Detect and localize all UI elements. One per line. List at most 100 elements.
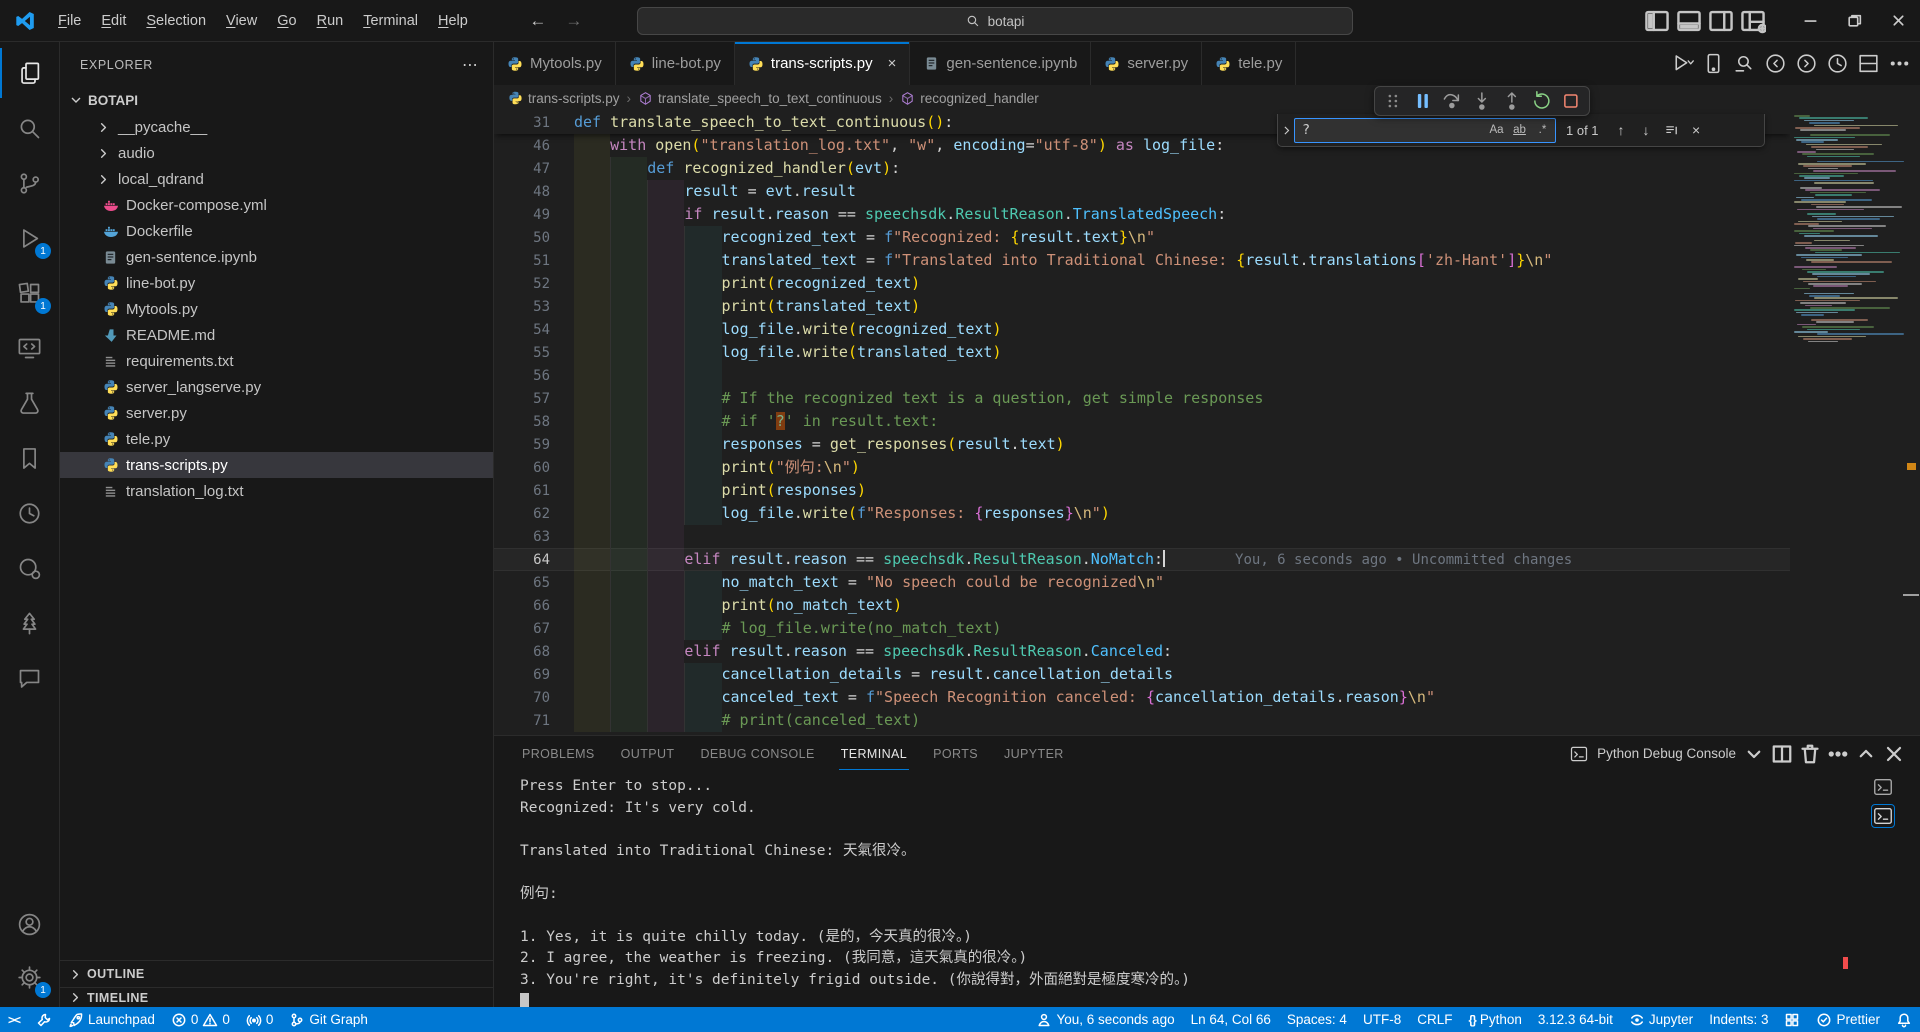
file-tele.py[interactable]: tele.py — [60, 426, 493, 452]
terminal-profile-dropdown-button[interactable] — [1742, 742, 1766, 766]
tab-server.py[interactable]: server.py — [1091, 42, 1202, 85]
code-line[interactable]: 71 # print(canceled_text) — [494, 709, 1790, 732]
terminal-tab-active[interactable] — [1872, 805, 1894, 827]
activity-extensions[interactable]: 1 — [0, 268, 59, 318]
code-line[interactable]: 55 log_file.write(translated_text) — [494, 341, 1790, 364]
menu-edit[interactable]: Edit — [91, 8, 136, 34]
menu-terminal[interactable]: Terminal — [353, 8, 428, 34]
panel-more-actions-button[interactable] — [1826, 742, 1850, 766]
code-line[interactable]: 67 # log_file.write(no_match_text) — [494, 617, 1790, 640]
close-panel-button[interactable] — [1882, 742, 1906, 766]
status-encoding[interactable]: UTF-8 — [1355, 1007, 1409, 1032]
code-line[interactable]: 59 responses = get_responses(result.text… — [494, 433, 1790, 456]
file-requirements.txt[interactable]: requirements.txt — [60, 348, 493, 374]
tab-close-button[interactable]: × — [888, 55, 897, 72]
nav-back-button[interactable] — [1763, 51, 1788, 76]
status-notifications[interactable] — [1888, 1007, 1920, 1032]
status-prettier[interactable]: Prettier — [1808, 1007, 1888, 1032]
folder-audio[interactable]: audio — [60, 140, 493, 166]
code-line[interactable]: 56 — [494, 364, 1790, 387]
status-language-mode[interactable]: {}Python — [1460, 1007, 1529, 1032]
code-line[interactable]: 61 print(responses) — [494, 479, 1790, 502]
activity-search[interactable] — [0, 103, 59, 153]
menu-go[interactable]: Go — [267, 8, 306, 34]
tab-gen-sentence.ipynb[interactable]: gen-sentence.ipynb — [910, 42, 1091, 85]
panel-tab-debug-console[interactable]: DEBUG CONSOLE — [698, 738, 816, 770]
status-tools[interactable] — [28, 1007, 60, 1032]
code-line[interactable]: 49 if result.reason == speechsdk.ResultR… — [494, 203, 1790, 226]
history-clock-button[interactable] — [1825, 51, 1850, 76]
menu-help[interactable]: Help — [428, 8, 478, 34]
explorer-more-actions-button[interactable]: ⋯ — [462, 55, 479, 75]
code-line[interactable]: 62 log_file.write(f"Responses: {response… — [494, 502, 1790, 525]
code-line[interactable]: 64 elif result.reason == speechsdk.Resul… — [494, 548, 1790, 571]
terminal-output[interactable]: Press Enter to stop...Recognized: It's v… — [520, 776, 1860, 1011]
file-line-bot.py[interactable]: line-bot.py — [60, 270, 493, 296]
debug-stop-button[interactable] — [1557, 89, 1585, 113]
code-line[interactable]: 70 canceled_text = f"Speech Recognition … — [494, 686, 1790, 709]
code-line[interactable]: 50 recognized_text = f"Recognized: {resu… — [494, 226, 1790, 249]
activity-remote-explorer[interactable] — [0, 323, 59, 373]
command-center-search[interactable]: botapi — [637, 7, 1353, 35]
code-line[interactable]: 47 def recognized_handler(evt): — [494, 157, 1790, 180]
find-next-button[interactable]: ↓ — [1634, 118, 1659, 143]
debug-pause-button[interactable] — [1409, 89, 1437, 113]
code-line[interactable]: 69 cancellation_details = result.cancell… — [494, 663, 1790, 686]
file-Mytools.py[interactable]: Mytools.py — [60, 296, 493, 322]
overview-ruler[interactable] — [1902, 111, 1920, 735]
debug-step-over-button[interactable] — [1438, 89, 1466, 113]
breadcrumb-item[interactable]: translate_speech_to_text_continuous — [658, 91, 882, 106]
find-replace-toggle-button[interactable] — [1278, 114, 1294, 146]
find-close-button[interactable]: × — [1684, 118, 1709, 143]
nav-forward-button[interactable]: → — [560, 11, 588, 31]
layout-sidebar-left-button[interactable] — [1644, 8, 1670, 34]
layout-customize-button[interactable] — [1740, 8, 1766, 34]
nav-forward-button[interactable] — [1794, 51, 1819, 76]
code-line[interactable]: 51 translated_text = f"Translated into T… — [494, 249, 1790, 272]
code-line[interactable]: 54 log_file.write(recognized_text) — [494, 318, 1790, 341]
panel-tab-output[interactable]: OUTPUT — [619, 738, 677, 770]
activity-explorer[interactable] — [0, 48, 59, 98]
code-line[interactable]: 57 # If the recognized text is a questio… — [494, 387, 1790, 410]
layout-sidebar-right-button[interactable] — [1708, 8, 1734, 34]
menu-selection[interactable]: Selection — [136, 8, 216, 34]
tab-tele.py[interactable]: tele.py — [1202, 42, 1296, 85]
debug-step-into-button[interactable] — [1468, 89, 1496, 113]
code-line[interactable]: 48 result = evt.result — [494, 180, 1790, 203]
breadcrumb-item[interactable]: trans-scripts.py — [528, 91, 620, 106]
activity-bookmarks[interactable] — [0, 433, 59, 483]
find-previous-button[interactable]: ↑ — [1609, 118, 1634, 143]
restore-button[interactable] — [1832, 0, 1876, 41]
status-eol[interactable]: CRLF — [1409, 1007, 1460, 1032]
file-gen-sentence.ipynb[interactable]: gen-sentence.ipynb — [60, 244, 493, 270]
kill-terminal-button[interactable] — [1798, 742, 1822, 766]
status-remote[interactable]: >< — [0, 1007, 28, 1032]
split-terminal-button[interactable] — [1770, 742, 1794, 766]
minimap[interactable] — [1790, 111, 1902, 735]
code-line[interactable]: 66 print(no_match_text) — [494, 594, 1790, 617]
file-trans-scripts.py[interactable]: trans-scripts.py — [60, 452, 493, 478]
activity-live-session[interactable] — [0, 543, 59, 593]
terminal-tab-console[interactable] — [1872, 776, 1894, 798]
file-server_langserve.py[interactable]: server_langserve.py — [60, 374, 493, 400]
activity-run-debug[interactable]: 1 — [0, 213, 59, 263]
status-grid[interactable] — [1776, 1007, 1808, 1032]
panel-tab-jupyter[interactable]: JUPYTER — [1002, 738, 1066, 770]
find-input[interactable]: ? Aa ab .* — [1294, 118, 1556, 143]
maximize-panel-button[interactable] — [1854, 742, 1878, 766]
status-launchpad[interactable]: Launchpad — [60, 1007, 163, 1032]
whole-word-toggle[interactable]: ab — [1509, 121, 1530, 140]
reference-search-button[interactable] — [1732, 51, 1757, 76]
minimize-button[interactable] — [1788, 0, 1832, 41]
section-outline[interactable]: OUTLINE — [60, 960, 493, 987]
folder-__pycache__[interactable]: __pycache__ — [60, 114, 493, 140]
section-timeline[interactable]: TIMELINE — [60, 987, 493, 1007]
code-line[interactable]: 53 print(translated_text) — [494, 295, 1790, 318]
layout-panel-button[interactable] — [1676, 8, 1702, 34]
file-Dockerfile[interactable]: Dockerfile — [60, 218, 493, 244]
status-blame[interactable]: You, 6 seconds ago — [1028, 1007, 1182, 1032]
menu-view[interactable]: View — [216, 8, 267, 34]
code-line[interactable]: 65 no_match_text = "No speech could be r… — [494, 571, 1790, 594]
find-in-selection-button[interactable] — [1659, 118, 1684, 143]
status-cursor-position[interactable]: Ln 64, Col 66 — [1183, 1007, 1279, 1032]
